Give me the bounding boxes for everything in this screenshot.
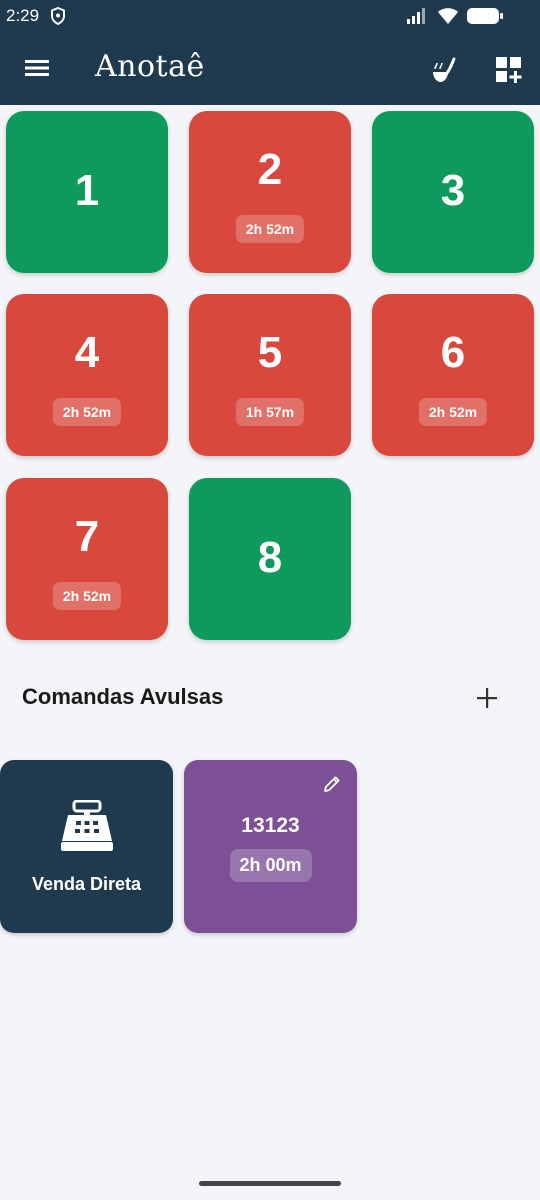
table-tile-5[interactable]: 5 1h 57m bbox=[189, 294, 351, 456]
comanda-card[interactable]: 13123 2h 00m bbox=[184, 760, 357, 933]
table-timer: 2h 52m bbox=[235, 215, 305, 243]
table-number: 1 bbox=[74, 166, 100, 215]
table-number: 4 bbox=[74, 328, 100, 377]
battery-icon bbox=[467, 8, 503, 24]
table-number: 8 bbox=[257, 533, 283, 582]
app-title: Anotaê bbox=[95, 49, 205, 84]
comanda-timer: 2h 00m bbox=[229, 849, 312, 882]
table-tile-3[interactable]: 3 bbox=[372, 111, 534, 273]
table-number: 2 bbox=[257, 145, 283, 194]
table-number: 5 bbox=[257, 328, 283, 377]
table-timer: 2h 52m bbox=[52, 398, 122, 426]
cash-register-icon bbox=[61, 800, 113, 851]
table-timer: 2h 52m bbox=[52, 582, 122, 610]
menu-icon[interactable] bbox=[22, 54, 52, 82]
table-tile-6[interactable]: 6 2h 52m bbox=[372, 294, 534, 456]
table-timer: 1h 57m bbox=[235, 398, 305, 426]
table-tile-2[interactable]: 2 2h 52m bbox=[189, 111, 351, 273]
table-tile-1[interactable]: 1 bbox=[6, 111, 168, 273]
wifi-icon bbox=[438, 8, 458, 24]
status-time: 2:29 bbox=[6, 6, 40, 25]
table-tile-7[interactable]: 7 2h 52m bbox=[6, 478, 168, 640]
venda-direta-card[interactable]: Venda Direta bbox=[0, 760, 173, 933]
comanda-number: 13123 bbox=[241, 814, 300, 837]
signal-icon bbox=[407, 8, 425, 24]
home-indicator[interactable] bbox=[199, 1181, 341, 1186]
section-title: Comandas Avulsas bbox=[22, 684, 224, 709]
venda-direta-label: Venda Direta bbox=[31, 874, 142, 894]
grid-add-icon[interactable] bbox=[495, 56, 523, 84]
table-number: 7 bbox=[74, 512, 100, 561]
table-tile-4[interactable]: 4 2h 52m bbox=[6, 294, 168, 456]
table-number: 3 bbox=[440, 166, 466, 215]
table-number: 6 bbox=[440, 328, 466, 377]
plus-icon[interactable] bbox=[475, 686, 499, 710]
table-timer: 2h 52m bbox=[418, 398, 488, 426]
edit-icon[interactable] bbox=[323, 775, 341, 793]
app-bar: 2:29 Anotaê bbox=[0, 0, 540, 105]
table-tile-8[interactable]: 8 bbox=[189, 478, 351, 640]
ladle-icon[interactable] bbox=[430, 54, 462, 86]
shield-icon bbox=[51, 7, 65, 25]
